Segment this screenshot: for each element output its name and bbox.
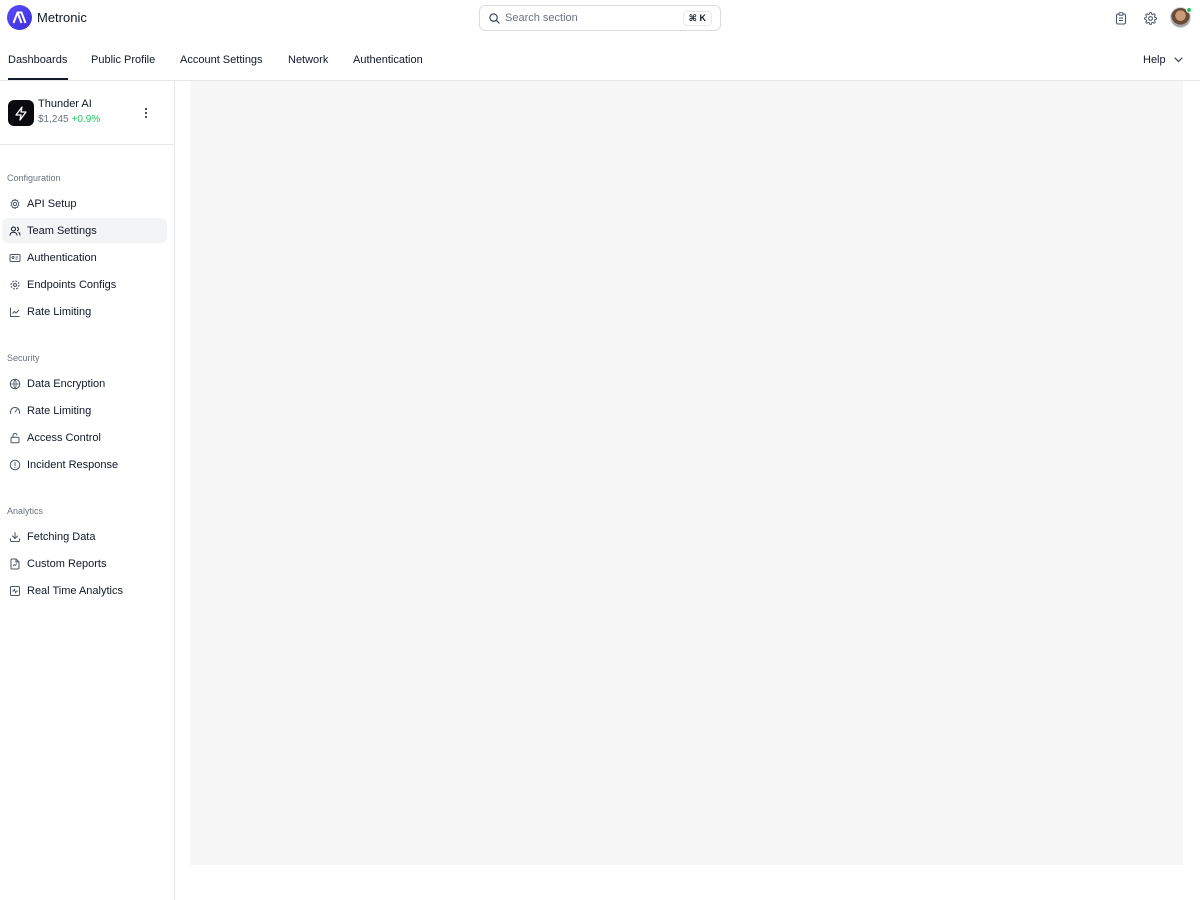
more-vertical-icon[interactable] <box>140 105 152 121</box>
activity-icon <box>9 585 21 597</box>
section-title-configuration: Configuration <box>7 173 61 183</box>
sidebar-item-label: Real Time Analytics <box>27 584 123 597</box>
tab-account-settings[interactable]: Account Settings <box>180 54 263 66</box>
help-label: Help <box>1143 54 1166 66</box>
lightning-icon[interactable] <box>8 100 34 126</box>
sidebar-item-data-encryption[interactable]: Data Encryption <box>2 371 167 396</box>
gear-icon <box>9 198 21 210</box>
search-input[interactable] <box>505 12 675 24</box>
tab-network[interactable]: Network <box>288 54 328 66</box>
sidebar-item-team-settings[interactable]: Team Settings <box>2 218 167 243</box>
sidebar-item-label: Fetching Data <box>27 530 96 543</box>
section-title-security: Security <box>7 353 40 363</box>
file-report-icon <box>9 558 21 570</box>
sidebar-item-rate-limiting-security[interactable]: Rate Limiting <box>2 398 167 423</box>
sidebar-item-label: Rate Limiting <box>27 305 92 318</box>
sidebar-item-label: Team Settings <box>27 224 97 237</box>
account-stats: $1,245 +0.9% <box>38 114 100 125</box>
sidebar-item-fetching-data[interactable]: Fetching Data <box>2 524 167 549</box>
search-box[interactable]: ⌘ K <box>479 5 721 31</box>
account-balance: $1,245 <box>38 114 69 125</box>
tab-dashboards[interactable]: Dashboards <box>8 54 67 66</box>
sidebar-item-endpoints-configs[interactable]: Endpoints Configs <box>2 272 167 297</box>
tab-authentication[interactable]: Authentication <box>353 54 423 66</box>
users-icon <box>9 225 21 237</box>
search-icon <box>489 12 500 24</box>
active-tab-indicator <box>8 78 68 80</box>
sidebar-item-label: Access Control <box>27 431 101 444</box>
settings-cog-icon <box>9 279 21 291</box>
sidebar: Thunder AI $1,245 +0.9% Configuration API… <box>0 81 175 900</box>
online-status-dot <box>1186 7 1192 13</box>
sidebar-item-real-time-analytics[interactable]: Real Time Analytics <box>2 578 167 603</box>
account-name[interactable]: Thunder AI <box>38 98 92 110</box>
account-switcher: Thunder AI $1,245 +0.9% <box>0 81 174 145</box>
info-circle-icon <box>9 459 21 471</box>
sidebar-item-label: Custom Reports <box>27 557 107 570</box>
metronic-logo-icon[interactable] <box>7 5 32 30</box>
download-icon <box>9 531 21 543</box>
sidebar-item-label: Authentication <box>27 251 97 264</box>
globe-icon <box>9 378 21 390</box>
sidebar-item-incident-response[interactable]: Incident Response <box>2 452 167 477</box>
sidebar-item-access-control[interactable]: Access Control <box>2 425 167 450</box>
line-chart-icon <box>9 306 21 318</box>
top-header: Metronic ⌘ K <box>0 0 1200 36</box>
sidebar-item-label: Rate Limiting <box>27 404 92 417</box>
sidebar-item-label: Data Encryption <box>27 377 106 390</box>
main-content-area <box>190 81 1183 865</box>
gear-icon[interactable] <box>1142 10 1158 26</box>
sidebar-item-label: Incident Response <box>27 458 119 471</box>
sidebar-item-label: API Setup <box>27 197 77 210</box>
chevron-down-icon <box>1174 57 1183 63</box>
sidebar-item-custom-reports[interactable]: Custom Reports <box>2 551 167 576</box>
section-title-analytics: Analytics <box>7 506 44 516</box>
id-card-icon <box>9 252 21 264</box>
tab-public-profile[interactable]: Public Profile <box>91 54 155 66</box>
sidebar-item-authentication[interactable]: Authentication <box>2 245 167 270</box>
sidebar-item-api-setup[interactable]: API Setup <box>2 191 167 216</box>
sidebar-item-rate-limiting[interactable]: Rate Limiting <box>2 299 167 324</box>
search-shortcut-badge: ⌘ K <box>682 11 712 26</box>
clipboard-icon[interactable] <box>1113 10 1129 26</box>
main-nav: Dashboards Public Profile Account Settin… <box>0 40 1200 81</box>
lock-icon <box>9 432 21 444</box>
brand-name[interactable]: Metronic <box>37 10 87 25</box>
help-menu-button[interactable]: Help <box>1143 54 1183 66</box>
account-change: +0.9% <box>71 114 101 125</box>
gauge-icon <box>9 405 21 417</box>
sidebar-item-label: Endpoints Configs <box>27 278 117 291</box>
